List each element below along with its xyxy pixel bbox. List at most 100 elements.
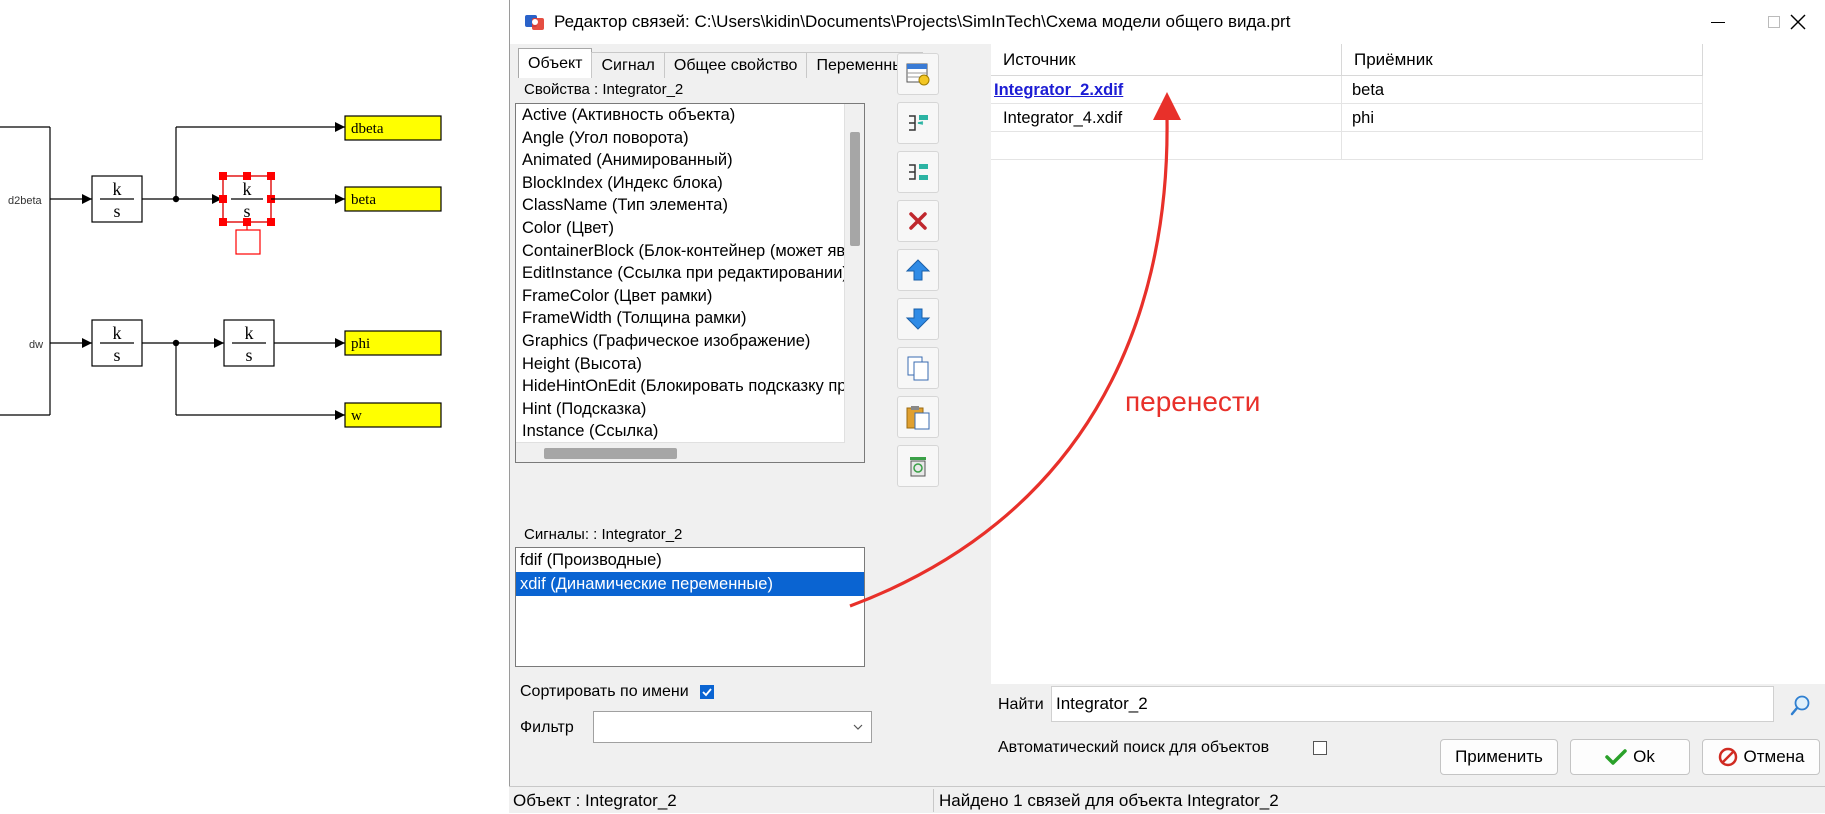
checkmark-icon <box>1605 749 1627 765</box>
status-bar: Объект : Integrator_2 Найдено 1 связей д… <box>509 786 1825 813</box>
tab-object[interactable]: Объект <box>518 48 593 78</box>
svg-text:phi: phi <box>351 336 370 352</box>
properties-hscrollbar[interactable] <box>516 442 845 462</box>
sort-by-name-label: Сортировать по имени <box>520 683 689 700</box>
property-item[interactable]: BlockIndex (Индекс блока) <box>516 172 864 195</box>
delete-x-icon <box>909 212 927 230</box>
svg-text:k: k <box>113 323 122 343</box>
move-up-button[interactable] <box>897 249 939 291</box>
table-cell-source[interactable]: Integrator_4.xdif <box>991 104 1342 132</box>
property-item[interactable]: FrameColor (Цвет рамки) <box>516 285 864 308</box>
cancel-icon <box>1718 747 1737 767</box>
column-header-target[interactable]: Приёмник <box>1342 44 1703 76</box>
property-item[interactable]: ClassName (Тип элемента) <box>516 194 864 217</box>
ok-button[interactable]: Ok <box>1570 739 1690 775</box>
svg-text:s: s <box>113 201 120 221</box>
property-item[interactable]: Instance (Ссылка) <box>516 420 864 443</box>
property-item[interactable]: Color (Цвет) <box>516 217 864 240</box>
integrator-block-2-selected[interactable]: k s <box>219 172 275 255</box>
svg-text:dbeta: dbeta <box>351 121 384 137</box>
auto-search-checkbox[interactable] <box>1313 741 1327 755</box>
tab-signal[interactable]: Сигнал <box>591 52 665 78</box>
paste-button[interactable] <box>897 396 939 438</box>
signal-item[interactable]: fdif (Производные) <box>516 548 864 572</box>
property-item[interactable]: Graphics (Графическое изображение) <box>516 330 864 353</box>
copy-button[interactable] <box>897 347 939 389</box>
delete-link-button[interactable] <box>897 200 939 242</box>
property-item[interactable]: HideHintOnEdit (Блокировать подсказку пр… <box>516 375 864 398</box>
properties-list[interactable]: Active (Активность объекта) Angle (Угол п… <box>515 103 865 463</box>
insert-after-button[interactable] <box>897 151 939 193</box>
ok-button-label: Ok <box>1633 747 1655 766</box>
tab-strip: Объект Сигнал Общее свойство Переменные <box>518 48 923 78</box>
title-bar: Редактор связей: C:\Users\kidin\Document… <box>510 0 1825 44</box>
chevron-down-icon <box>853 724 863 730</box>
find-input[interactable]: Integrator_2 <box>1051 686 1774 722</box>
property-item[interactable]: ContainerBlock (Блок-контейнер (может яв… <box>516 240 864 263</box>
svg-text:beta: beta <box>351 192 376 208</box>
search-icon[interactable] <box>1790 694 1812 716</box>
filter-combo[interactable] <box>593 711 872 743</box>
svg-text:s: s <box>245 345 252 365</box>
property-item[interactable]: EditInstance (Ссылка при редактировании) <box>516 262 864 285</box>
table-cell-target[interactable]: phi <box>1342 104 1703 132</box>
block-diagram[interactable]: d2beta k s k s dw k s k s dbeta beta phi… <box>0 0 510 813</box>
table-cell-source[interactable] <box>991 132 1342 160</box>
property-item[interactable]: Animated (Анимированный) <box>516 149 864 172</box>
output-dbeta[interactable]: dbeta <box>344 115 442 141</box>
integrator-block-1[interactable]: k s <box>91 175 143 223</box>
find-label: Найти <box>998 696 1044 713</box>
insert-before-button[interactable] <box>897 102 939 144</box>
output-phi[interactable]: phi <box>344 330 442 356</box>
minimize-button[interactable] <box>1690 0 1746 44</box>
svg-text:s: s <box>113 345 120 365</box>
check-icon <box>702 688 712 697</box>
status-found: Найдено 1 связей для объекта Integrator_… <box>939 791 1279 810</box>
table-cell-target[interactable]: beta <box>1342 76 1703 104</box>
cancel-button[interactable]: Отмена <box>1702 739 1820 775</box>
signals-list[interactable]: fdif (Производные) xdif (Динамические пер… <box>515 547 865 667</box>
filter-label: Фильтр <box>520 719 574 736</box>
property-item[interactable]: Height (Высота) <box>516 353 864 376</box>
svg-text:k: k <box>243 179 252 199</box>
move-down-button[interactable] <box>897 298 939 340</box>
close-icon <box>1790 14 1806 30</box>
clear-button[interactable] <box>897 445 939 487</box>
properties-label: Свойства : Integrator_2 <box>524 81 684 98</box>
append-row-icon <box>909 164 928 180</box>
minimize-icon <box>1711 21 1725 23</box>
apply-button[interactable]: Применить <box>1440 739 1558 775</box>
link-table-icon <box>906 63 930 86</box>
column-header-source[interactable]: Источник <box>991 44 1342 76</box>
svg-text:w: w <box>351 408 362 424</box>
signal-item[interactable]: xdif (Динамические переменные) <box>516 572 864 596</box>
table-cell-target[interactable] <box>1342 132 1703 160</box>
sort-by-name-checkbox[interactable] <box>700 685 714 699</box>
output-beta[interactable]: beta <box>344 186 442 212</box>
properties-vscrollbar[interactable] <box>844 104 864 462</box>
input-label-dw: dw <box>29 339 43 351</box>
cancel-button-label: Отмена <box>1743 747 1805 766</box>
status-object: Объект : Integrator_2 <box>513 791 677 810</box>
insert-row-icon <box>909 115 928 131</box>
property-item[interactable]: Hint (Подсказка) <box>516 398 864 421</box>
tab-common-property[interactable]: Общее свойство <box>663 52 808 78</box>
table-cell-source[interactable]: Integrator_2.xdif <box>991 76 1342 104</box>
arrow-up-icon <box>905 259 931 281</box>
trash-icon <box>910 457 926 477</box>
svg-text:k: k <box>245 323 254 343</box>
annotation-label: перенести <box>1125 386 1261 417</box>
integrator-block-4[interactable]: k s <box>223 319 275 367</box>
add-link-button[interactable] <box>897 53 939 95</box>
output-w[interactable]: w <box>344 402 442 428</box>
integrator-block-3[interactable]: k s <box>91 319 143 367</box>
auto-search-label: Автоматический поиск для объектов <box>998 739 1270 756</box>
paste-icon <box>906 406 930 430</box>
property-item[interactable]: Active (Активность объекта) <box>516 104 864 127</box>
property-item[interactable]: FrameWidth (Толщина рамки) <box>516 307 864 330</box>
svg-text:k: k <box>113 179 122 199</box>
property-item[interactable]: Angle (Угол поворота) <box>516 127 864 150</box>
close-button[interactable] <box>1770 0 1825 44</box>
signals-label: Сигналы: : Integrator_2 <box>524 526 683 543</box>
copy-icon <box>907 356 929 381</box>
